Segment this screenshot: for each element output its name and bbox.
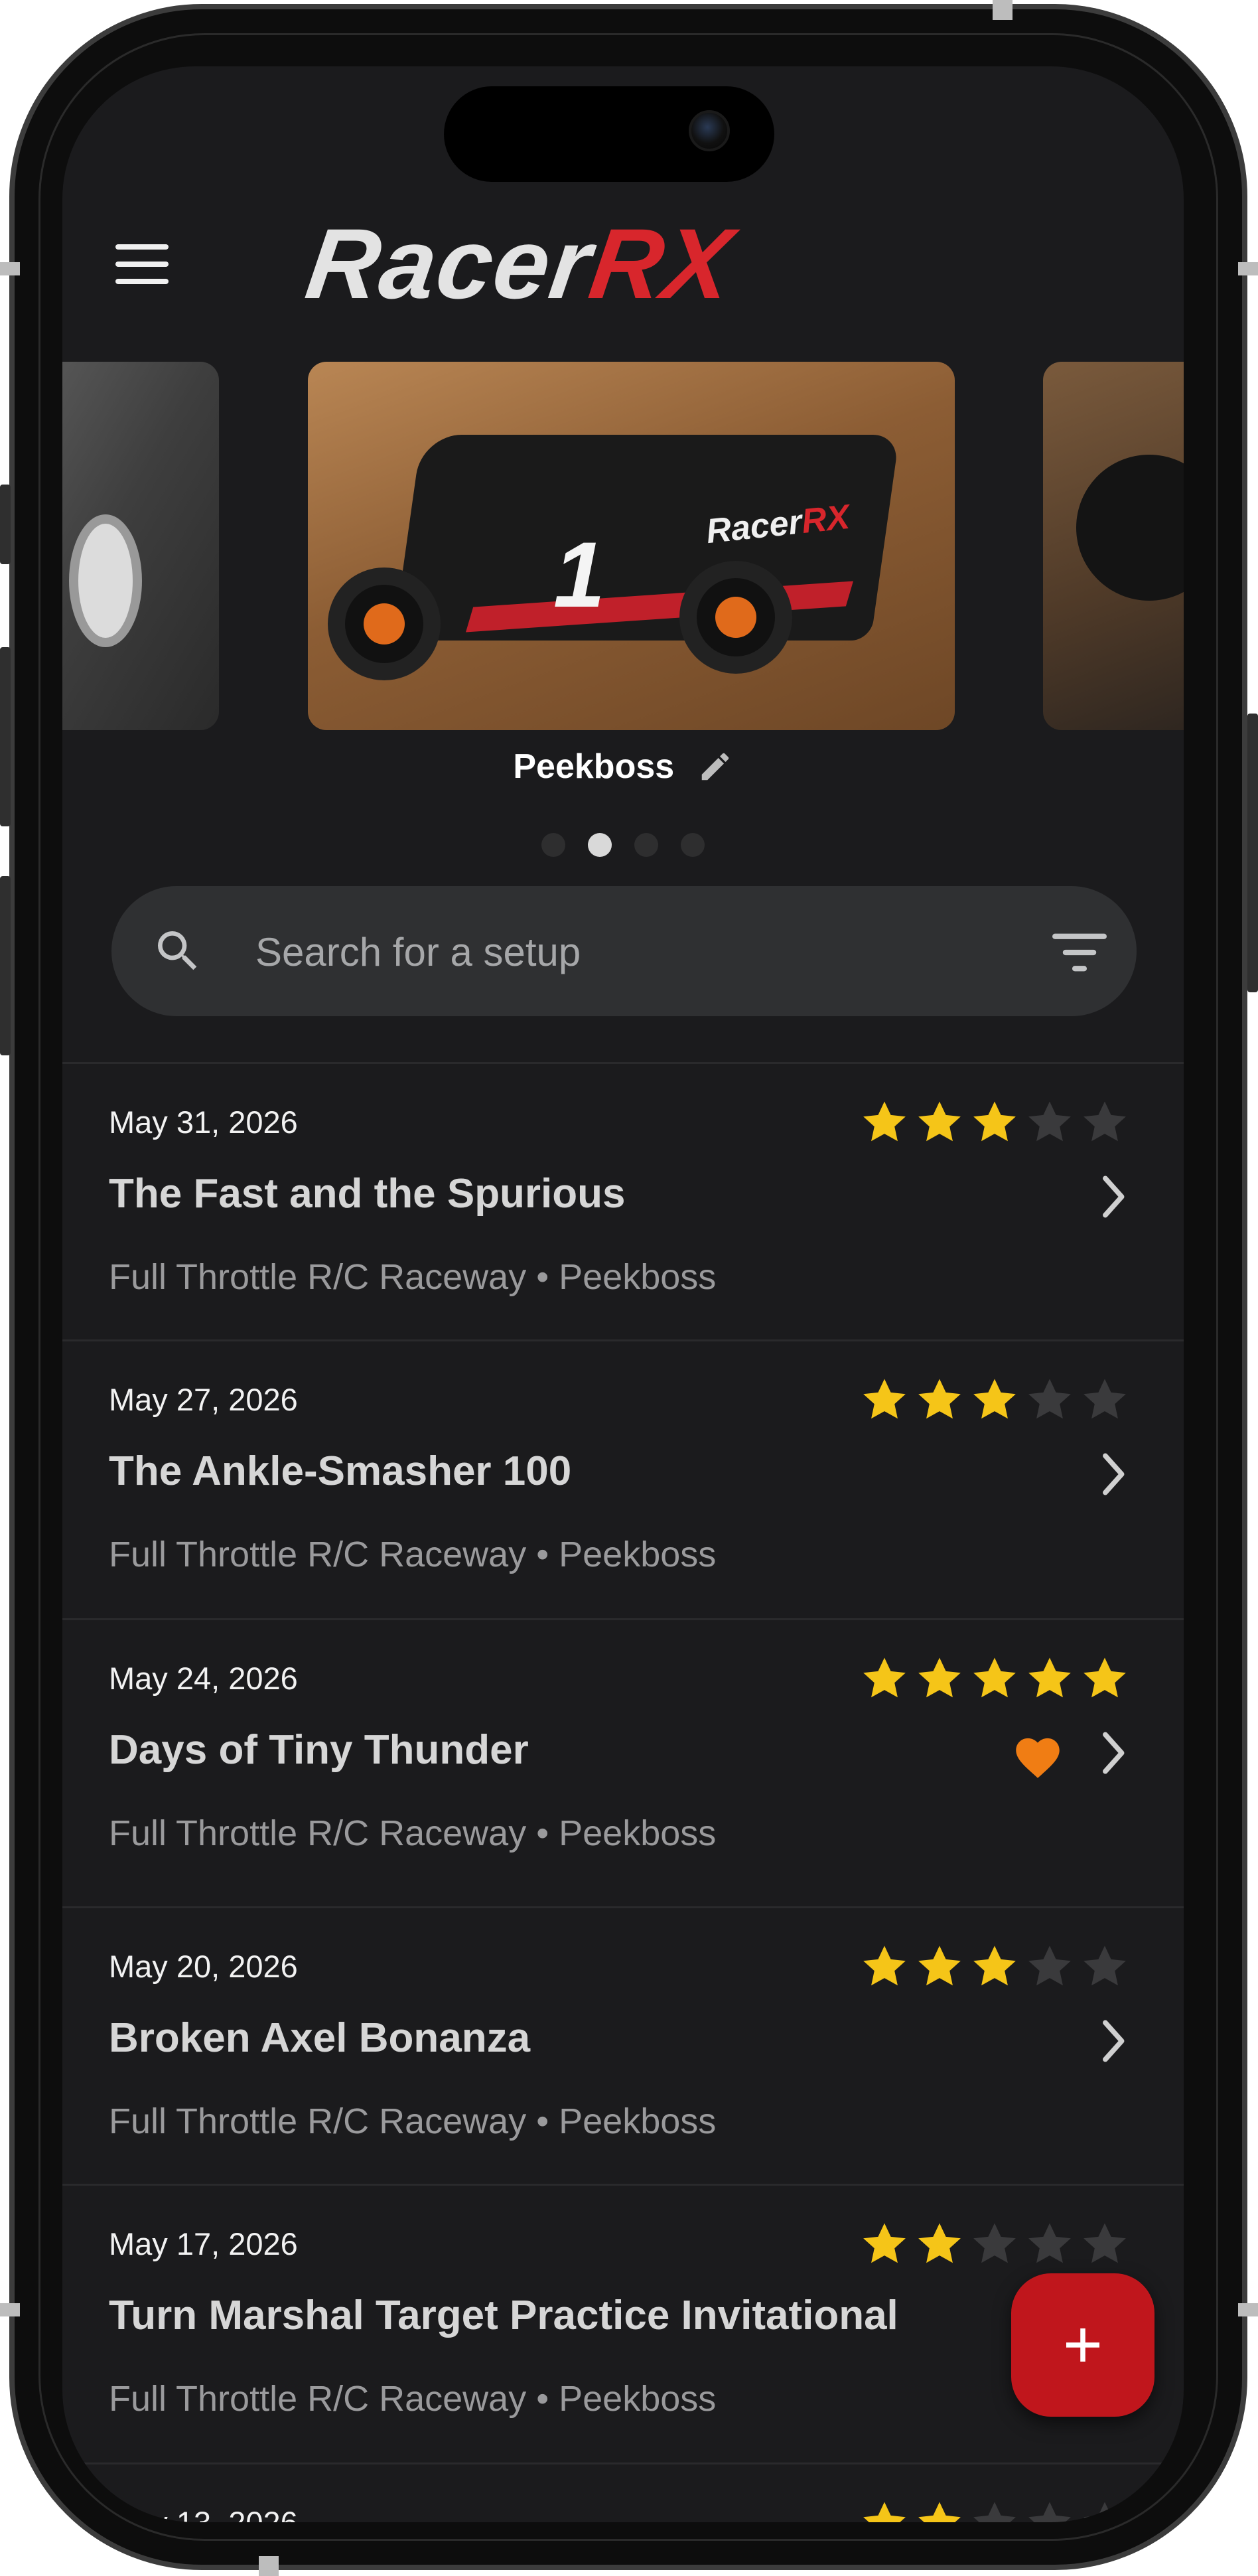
star-icon (973, 1379, 1016, 1419)
setup-subtitle: Full Throttle R/C Raceway • Peekboss (109, 1813, 717, 1853)
star-icon (918, 2502, 961, 2522)
setup-date: May 13, 2026 (109, 2504, 298, 2522)
setup-subtitle: Full Throttle R/C Raceway • Peekboss (109, 2379, 717, 2419)
carousel-dot[interactable] (634, 833, 658, 857)
car-wheel-front (679, 561, 792, 674)
side-button-mute (0, 485, 11, 564)
star-icon (918, 1657, 961, 1698)
search-icon (158, 931, 197, 970)
star-icon (863, 2223, 906, 2263)
logo-text-racer: Racer (300, 208, 599, 319)
star-icon (1028, 1945, 1071, 1986)
antenna-line (1238, 262, 1258, 275)
star-icon (863, 2502, 906, 2522)
side-button-volume-up (0, 647, 11, 826)
setup-date: May 31, 2026 (109, 1104, 298, 1140)
star-icon (1028, 1101, 1071, 1142)
star-icon (1083, 1101, 1126, 1142)
heart-icon[interactable] (1011, 1732, 1064, 1780)
car-tire-image (69, 514, 142, 647)
plus-icon (1066, 2328, 1099, 2362)
car-card-next[interactable] (1043, 362, 1184, 730)
setup-row[interactable]: May 31, 2026 The Fast and the Spurious Ful… (62, 1062, 1184, 1341)
chevron-right-icon[interactable] (1097, 1174, 1131, 1220)
setup-row[interactable]: May 27, 2026 The Ankle-Smasher 100 Full Th… (62, 1339, 1184, 1620)
setup-date: May 20, 2026 (109, 1949, 298, 1984)
side-button-volume-down (0, 876, 11, 1055)
antenna-line (1238, 2303, 1258, 2316)
carousel-dot[interactable] (588, 833, 612, 857)
star-icon (973, 2502, 1016, 2522)
filter-icon[interactable] (1052, 931, 1107, 974)
star-icon (973, 1101, 1016, 1142)
chevron-right-icon[interactable] (1097, 2018, 1131, 2064)
carousel-page-indicator[interactable] (62, 833, 1184, 860)
star-icon (1083, 1945, 1126, 1986)
star-icon (1083, 1657, 1126, 1698)
logo-text-rx: RX (583, 208, 740, 319)
setup-title: The Ankle-Smasher 100 (109, 1448, 572, 1494)
star-icon (1028, 1379, 1071, 1419)
chevron-right-icon[interactable] (1097, 1730, 1131, 1776)
setup-title: Days of Tiny Thunder (109, 1727, 529, 1773)
setup-title: Turn Marshal Target Practice Invitationa… (109, 2293, 898, 2338)
setup-date: May 27, 2026 (109, 1382, 298, 1417)
car-image-next (1076, 455, 1184, 601)
star-icon (863, 1945, 906, 1986)
star-icon (863, 1657, 906, 1698)
add-setup-button[interactable] (1011, 2273, 1154, 2417)
star-icon (1083, 1379, 1126, 1419)
side-button-power (1247, 714, 1258, 992)
setup-subtitle: Full Throttle R/C Raceway • Peekboss (109, 1535, 717, 1574)
car-wheel-rear (328, 568, 441, 680)
star-icon (918, 1945, 961, 1986)
star-icon (1028, 2502, 1071, 2522)
hamburger-icon (115, 244, 169, 250)
star-icon (1083, 2502, 1126, 2522)
star-icon (1028, 1657, 1071, 1698)
star-icon (973, 1945, 1016, 1986)
star-icon (863, 1101, 906, 1142)
star-icon (1028, 2223, 1071, 2263)
antenna-line (0, 2303, 20, 2316)
antenna-line (0, 262, 20, 275)
car-card-current[interactable]: 1 RacerRX (308, 362, 955, 730)
car-card-previous[interactable] (62, 362, 219, 730)
menu-button[interactable] (115, 244, 169, 284)
star-icon (918, 2223, 961, 2263)
antenna-line (993, 0, 1013, 20)
setup-row[interactable]: May 24, 2026 Days of Tiny Thunder Full Thr… (62, 1618, 1184, 1908)
search-input[interactable] (254, 918, 1013, 986)
setup-subtitle: Full Throttle R/C Raceway • Peekboss (109, 2101, 717, 2141)
setup-subtitle: Full Throttle R/C Raceway • Peekboss (109, 1257, 717, 1297)
setup-title: Broken Axel Bonanza (109, 2015, 531, 2061)
chevron-right-icon[interactable] (1097, 1451, 1131, 1497)
setup-row[interactable]: May 13, 2026 (62, 2462, 1184, 2522)
carousel-dot[interactable] (541, 833, 565, 857)
app-logo: RacerRX (300, 208, 740, 319)
carousel-dot[interactable] (681, 833, 705, 857)
setup-title: The Fast and the Spurious (109, 1171, 626, 1217)
setup-date: May 24, 2026 (109, 1661, 298, 1696)
pencil-icon[interactable] (697, 749, 733, 785)
star-icon (863, 1379, 906, 1419)
setup-date: May 17, 2026 (109, 2226, 298, 2261)
antenna-line (259, 2556, 279, 2576)
search-bar[interactable] (111, 886, 1137, 1016)
star-icon (973, 1657, 1016, 1698)
car-number: 1 (553, 522, 605, 627)
front-camera (689, 110, 730, 151)
setup-row[interactable]: May 20, 2026 Broken Axel Bonanza Full Thro… (62, 1906, 1184, 2186)
current-car-name: Peekboss (513, 747, 675, 786)
star-icon (918, 1101, 961, 1142)
app-screen: RacerRX 1 RacerRX Peekboss May 31, 2026 T… (62, 66, 1184, 2522)
star-icon (918, 1379, 961, 1419)
star-icon (1083, 2223, 1126, 2263)
current-car-label-row: Peekboss (62, 747, 1184, 787)
star-icon (973, 2223, 1016, 2263)
